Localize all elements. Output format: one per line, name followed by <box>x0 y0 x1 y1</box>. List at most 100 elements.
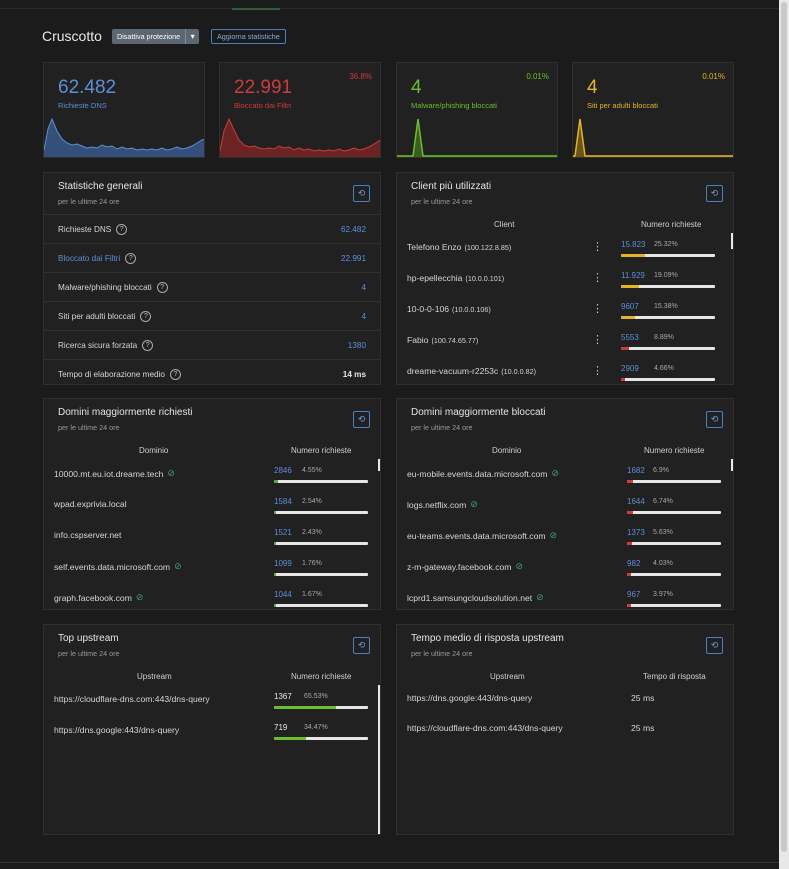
row-name[interactable]: 10000.mt.eu.iot.dreame.tech ⊘ <box>54 468 175 479</box>
row-name[interactable]: logs.netflix.com ⊘ <box>407 499 478 510</box>
help-icon[interactable]: ? <box>140 310 152 322</box>
row-name-text[interactable]: 10-0-0-106 <box>407 304 449 314</box>
row-name[interactable]: https://dns.google:443/dns-query <box>54 725 179 735</box>
row-label[interactable]: Bloccato dai Filtri <box>58 254 120 263</box>
row-count[interactable]: 1644 <box>627 497 645 506</box>
eye-off-icon[interactable]: ⊘ <box>550 530 558 541</box>
row-name[interactable]: 10-0-0-106 (10.0.0.106) <box>407 304 491 314</box>
chevron-down-icon[interactable]: ▾ <box>185 29 199 44</box>
row-count[interactable]: 9607 <box>621 302 639 311</box>
page-scrollbar[interactable] <box>779 0 789 869</box>
row-name[interactable]: hp-epellecchia (10.0.0.101) <box>407 273 504 283</box>
row-value[interactable]: 4 <box>361 283 366 292</box>
row-name[interactable]: self.events.data.microsoft.com ⊘ <box>54 561 182 572</box>
column-header-response-time: Tempo di risposta <box>643 672 706 681</box>
progress-bar <box>621 378 715 381</box>
row-count[interactable]: 1682 <box>627 466 645 475</box>
refresh-icon[interactable]: ⟲ <box>353 185 370 202</box>
row-name-text[interactable]: wpad.exprivia.local <box>54 499 127 509</box>
row-name[interactable]: dreame-vacuum-r2253c (10.0.0.82) <box>407 366 536 376</box>
row-count[interactable]: 1367 <box>274 692 292 701</box>
refresh-statistics-button[interactable]: Aggiorna statistiche <box>211 29 286 44</box>
row-count[interactable]: 2846 <box>274 466 292 475</box>
row-count[interactable]: 982 <box>627 559 640 568</box>
domain-row: info.cspserver.net 1521 2.43% <box>44 523 380 554</box>
row-ip: (10.0.0.106) <box>452 304 491 314</box>
row-name-text[interactable]: self.events.data.microsoft.com <box>54 562 170 572</box>
row-count[interactable]: 1373 <box>627 528 645 537</box>
row-name-text[interactable]: graph.facebook.com <box>54 593 132 603</box>
help-icon[interactable]: ? <box>116 223 128 235</box>
row-value[interactable]: 62.482 <box>341 225 366 234</box>
row-count[interactable]: 11.929 <box>621 271 645 280</box>
more-options-icon[interactable]: ⋮ <box>592 271 603 284</box>
eye-off-icon[interactable]: ⊘ <box>470 499 478 510</box>
help-icon[interactable]: ? <box>156 281 168 293</box>
help-icon[interactable]: ? <box>169 368 181 380</box>
more-options-icon[interactable]: ⋮ <box>592 333 603 346</box>
row-count[interactable]: 1099 <box>274 559 292 568</box>
row-value[interactable]: 4 <box>361 312 366 321</box>
refresh-icon[interactable]: ⟲ <box>706 637 723 654</box>
row-name[interactable]: z-m-gateway.facebook.com ⊘ <box>407 561 523 572</box>
row-name-text[interactable]: 10000.mt.eu.iot.dreame.tech <box>54 469 163 479</box>
refresh-icon[interactable]: ⟲ <box>706 185 723 202</box>
stat-card-blocked-by-filters: 22.991 Bloccato dai Filtri 36.8% <box>219 62 381 158</box>
row-count[interactable]: 2909 <box>621 364 639 373</box>
client-row: 10-0-0-106 (10.0.0.106) ⋮ 9607 15.38% <box>397 297 733 328</box>
help-icon[interactable]: ? <box>125 252 137 264</box>
row-name-text[interactable]: logs.netflix.com <box>407 500 466 510</box>
progress-bar <box>274 542 368 545</box>
help-icon[interactable]: ? <box>142 339 154 351</box>
eye-off-icon[interactable]: ⊘ <box>136 592 144 603</box>
row-name[interactable]: Fabio (100.74.65.77) <box>407 335 478 345</box>
row-count[interactable]: 967 <box>627 590 640 599</box>
refresh-icon[interactable]: ⟲ <box>706 411 723 428</box>
client-row: dreame-vacuum-r2253c (10.0.0.82) ⋮ 2909 4.66… <box>397 359 733 384</box>
more-options-icon[interactable]: ⋮ <box>592 302 603 315</box>
row-name-text[interactable]: hp-epellecchia <box>407 273 462 283</box>
refresh-icon[interactable]: ⟲ <box>353 637 370 654</box>
row-value[interactable]: 22.991 <box>341 254 366 263</box>
row-count[interactable]: 15.823 <box>621 240 645 249</box>
row-value[interactable]: 1380 <box>348 341 366 350</box>
row-name[interactable]: Telefono Enzo (100.122.8.85) <box>407 242 511 252</box>
refresh-icon[interactable]: ⟲ <box>353 411 370 428</box>
eye-off-icon[interactable]: ⊘ <box>551 468 559 479</box>
row-name[interactable]: graph.facebook.com ⊘ <box>54 592 143 603</box>
eye-off-icon[interactable]: ⊘ <box>515 561 523 572</box>
row-name-text[interactable]: Fabio <box>407 335 429 345</box>
progress-bar-fill <box>621 254 645 257</box>
row-name-text[interactable]: lcprd1.samsungcloudsolution.net <box>407 593 532 603</box>
row-name-text[interactable]: z-m-gateway.facebook.com <box>407 562 511 572</box>
row-name[interactable]: https://cloudflare-dns.com:443/dns-query <box>54 694 210 704</box>
row-name[interactable]: lcprd1.samsungcloudsolution.net ⊘ <box>407 592 544 603</box>
eye-off-icon[interactable]: ⊘ <box>167 468 175 479</box>
row-count[interactable]: 1044 <box>274 590 292 599</box>
row-name[interactable]: wpad.exprivia.local <box>54 499 127 509</box>
row-count[interactable]: 5553 <box>621 333 639 342</box>
page-scrollbar-thumb[interactable] <box>781 2 787 852</box>
row-name-text[interactable]: eu-mobile.events.data.microsoft.com <box>407 469 547 479</box>
eye-off-icon[interactable]: ⊘ <box>174 561 182 572</box>
row-name[interactable]: eu-mobile.events.data.microsoft.com ⊘ <box>407 468 559 479</box>
row-name-text[interactable]: Telefono Enzo <box>407 242 461 252</box>
row-name-text[interactable]: https://dns.google:443/dns-query <box>54 725 179 735</box>
row-name-text[interactable]: dreame-vacuum-r2253c <box>407 366 498 376</box>
disable-protection-button[interactable]: Disattiva protezione ▾ <box>112 29 200 44</box>
row-count[interactable]: 719 <box>274 723 287 732</box>
more-options-icon[interactable]: ⋮ <box>592 240 603 253</box>
more-options-icon[interactable]: ⋮ <box>592 364 603 377</box>
row-name-text[interactable]: info.cspserver.net <box>54 530 121 540</box>
row-count[interactable]: 1584 <box>274 497 292 506</box>
row-name[interactable]: info.cspserver.net <box>54 530 121 540</box>
progress-bar-fill <box>621 285 639 288</box>
progress-bar <box>627 542 721 545</box>
panel-subtitle: per le ultime 24 ore <box>411 649 473 658</box>
row-name-text[interactable]: eu-teams.events.data.microsoft.com <box>407 531 546 541</box>
row-name[interactable]: eu-teams.events.data.microsoft.com ⊘ <box>407 530 557 541</box>
row-count[interactable]: 1521 <box>274 528 292 537</box>
eye-off-icon[interactable]: ⊘ <box>536 592 544 603</box>
blocked-domain-row: lcprd1.samsungcloudsolution.net ⊘ 967 3.97% <box>397 585 733 609</box>
row-name-text[interactable]: https://cloudflare-dns.com:443/dns-query <box>54 694 210 704</box>
